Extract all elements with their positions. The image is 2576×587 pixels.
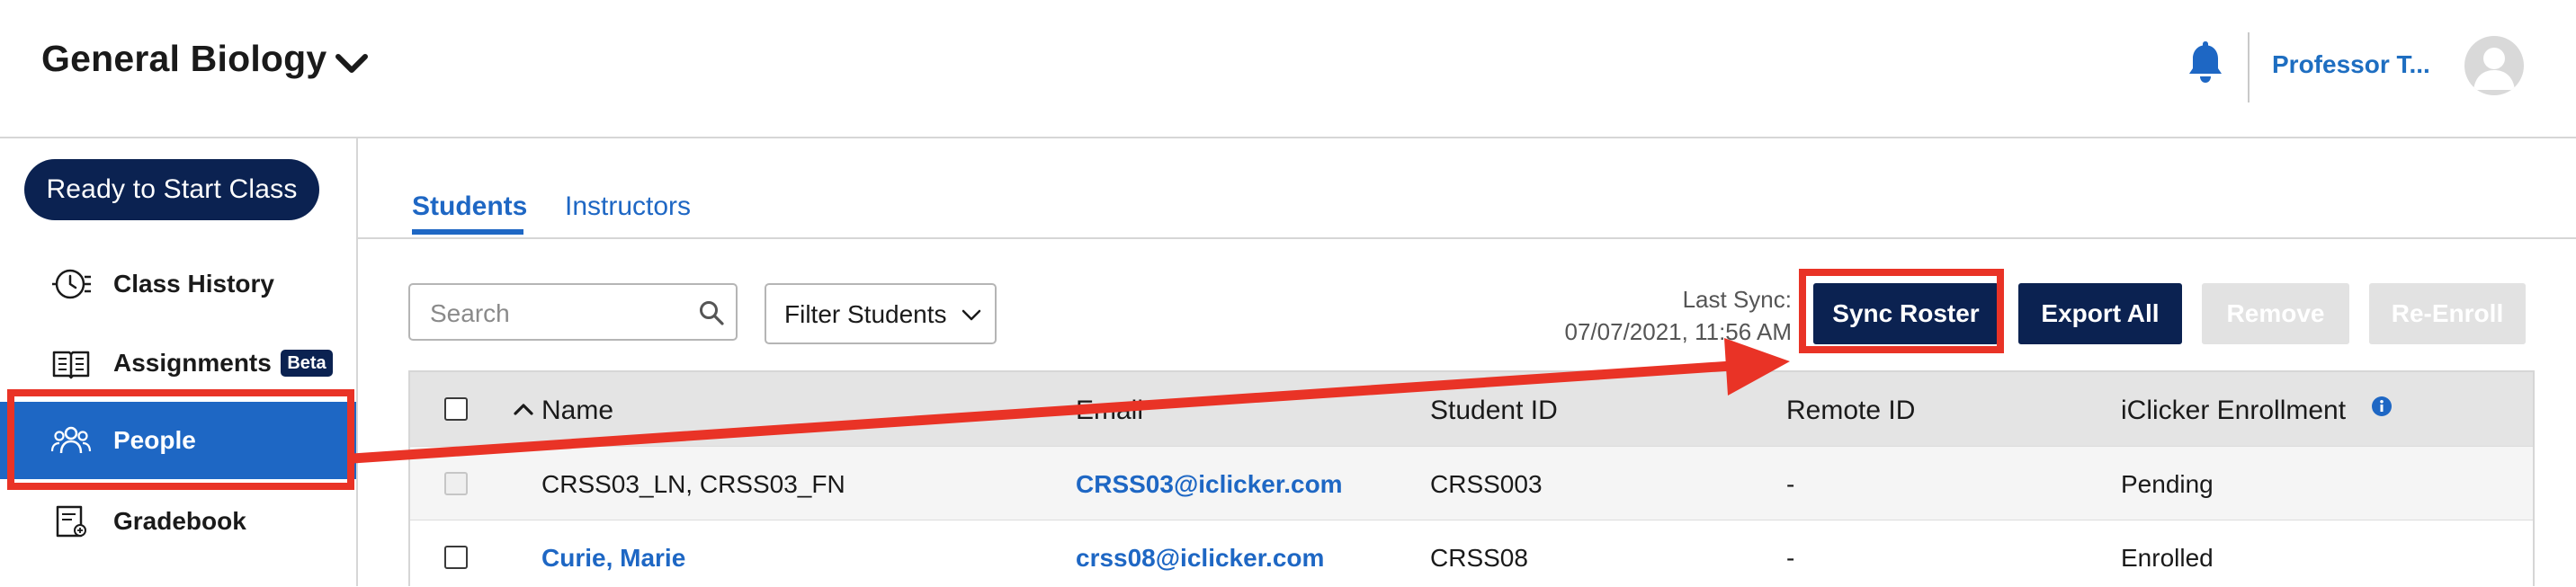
sync-roster-highlight-box <box>1799 269 2004 353</box>
chevron-down-icon[interactable] <box>335 52 369 76</box>
user-menu-name[interactable]: Professor T... <box>2272 50 2430 79</box>
table-row: Curie, Marie crss08@iclicker.com CRSS08 … <box>410 520 2533 587</box>
tab-instructors[interactable]: Instructors <box>565 191 691 222</box>
column-header-email[interactable]: Email <box>1076 396 1143 426</box>
row-checkbox[interactable] <box>444 546 468 569</box>
sidebar-item-gradebook[interactable]: Gradebook <box>0 483 356 560</box>
chevron-down-icon <box>962 309 981 321</box>
filter-students-dropdown[interactable]: Filter Students <box>765 283 997 344</box>
sidebar-item-class-history[interactable]: Class History <box>0 245 356 323</box>
filter-students-label: Filter Students <box>784 300 947 328</box>
export-all-button[interactable]: Export All <box>2018 283 2182 344</box>
beta-badge: Beta <box>281 350 333 377</box>
student-name: CRSS03_LN, CRSS03_FN <box>541 470 845 498</box>
gradebook-icon <box>56 505 86 538</box>
search-box <box>408 283 738 341</box>
user-avatar-icon[interactable] <box>2464 36 2524 95</box>
bell-icon[interactable] <box>2187 38 2223 84</box>
class-history-icon <box>52 269 91 299</box>
remove-button[interactable]: Remove <box>2202 283 2349 344</box>
student-id: CRSS003 <box>1430 470 1543 498</box>
sort-ascending-icon[interactable] <box>513 402 534 416</box>
column-header-remote-id[interactable]: Remote ID <box>1786 396 1915 426</box>
enrollment-status: Pending <box>2121 470 2214 498</box>
people-highlight-box <box>7 389 354 490</box>
tab-students[interactable]: Students <box>412 191 527 222</box>
sidebar-item-label: Assignments <box>113 349 272 377</box>
column-header-iclicker-enrollment[interactable]: iClicker Enrollment <box>2121 396 2346 426</box>
column-header-student-id[interactable]: Student ID <box>1430 396 1558 426</box>
column-header-name[interactable]: Name <box>541 396 613 426</box>
enrollment-status: Enrolled <box>2121 544 2214 572</box>
tabs-divider <box>358 237 2576 239</box>
table-header-row: Name Email Student ID Remote ID iClicker… <box>410 372 2533 446</box>
header-divider <box>2248 32 2250 102</box>
ready-to-start-class-button[interactable]: Ready to Start Class <box>24 159 319 220</box>
search-icon[interactable] <box>698 299 725 326</box>
last-sync-time: 07/07/2021, 11:56 AM <box>1564 318 1793 345</box>
remote-id: - <box>1786 470 1795 498</box>
sidebar-item-label: Class History <box>113 270 274 298</box>
active-tab-indicator <box>412 229 523 235</box>
info-icon[interactable] <box>2371 396 2393 417</box>
student-email-link[interactable]: CRSS03@iclicker.com <box>1076 470 1343 499</box>
table-row: CRSS03_LN, CRSS03_FN CRSS03@iclicker.com… <box>410 446 2533 520</box>
course-title[interactable]: General Biology <box>41 38 326 80</box>
re-enroll-button[interactable]: Re-Enroll <box>2369 283 2526 344</box>
row-checkbox[interactable] <box>444 472 468 495</box>
sidebar-item-label: Gradebook <box>113 507 246 535</box>
student-id: CRSS08 <box>1430 544 1528 572</box>
student-name-link[interactable]: Curie, Marie <box>541 544 685 573</box>
select-all-checkbox[interactable] <box>444 397 468 421</box>
search-input[interactable] <box>428 296 684 332</box>
last-sync-label: Last Sync: <box>1682 286 1792 313</box>
remote-id: - <box>1786 544 1795 572</box>
assignments-icon <box>52 351 90 379</box>
student-email-link[interactable]: crss08@iclicker.com <box>1076 544 1324 573</box>
